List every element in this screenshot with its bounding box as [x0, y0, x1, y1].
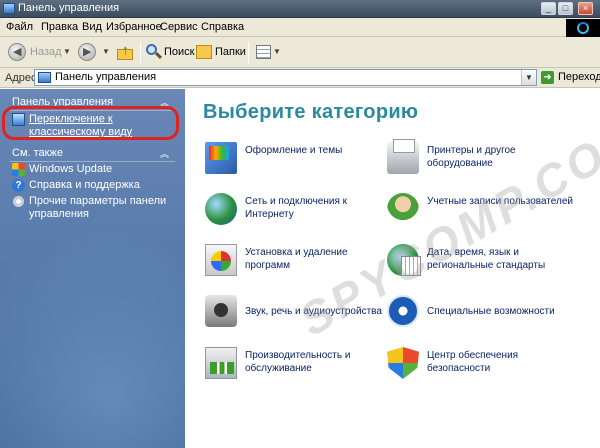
category-label[interactable]: Центр обеспечения безопасности [427, 349, 577, 375]
toolbar: ◀ Назад ▼ ▶ ▼ ↑ Поиск Папки ▼ [0, 37, 600, 68]
category-label[interactable]: Специальные возможности [427, 305, 577, 318]
help-support-label[interactable]: Справка и поддержка [29, 179, 177, 192]
go-button[interactable]: ➜ Переход [541, 71, 600, 85]
address-field[interactable]: Панель управления ▼ [34, 69, 537, 86]
search-button-label[interactable]: Поиск [164, 46, 194, 58]
menu-bar: Файл Правка Вид Избранное Сервис Справка [0, 18, 600, 37]
other-options-link[interactable]: Прочие параметры панели управления [12, 195, 177, 223]
toolbar-separator [140, 42, 141, 63]
menu-file[interactable]: Файл [6, 21, 33, 33]
category-accessibility[interactable]: Специальные возможности [387, 295, 567, 335]
printer-icon[interactable] [387, 139, 419, 174]
help-icon: ? [12, 179, 25, 192]
other-options-label[interactable]: Прочие параметры панели управления [29, 195, 177, 221]
add-remove-icon[interactable] [205, 244, 237, 276]
title-bar: Панель управления _ □ × [0, 0, 600, 18]
address-value[interactable]: Панель управления [55, 71, 156, 83]
menu-tools[interactable]: Сервис [160, 21, 198, 33]
window-title: Панель управления [18, 2, 120, 14]
windows-logo-icon [566, 19, 600, 37]
users-icon[interactable] [387, 193, 419, 225]
menu-help[interactable]: Справка [201, 21, 244, 33]
see-also-header[interactable]: См. также [12, 147, 63, 159]
windows-update-link[interactable]: Windows Update [12, 163, 177, 177]
toolbar-separator [248, 42, 249, 63]
category-label[interactable]: Оформление и темы [245, 144, 395, 157]
category-label[interactable]: Производительность и обслуживание [245, 349, 395, 375]
menu-view[interactable]: Вид [82, 21, 102, 33]
category-network[interactable]: Сеть и подключения к Интернету [205, 193, 385, 233]
views-dropdown-icon[interactable]: ▼ [273, 47, 281, 56]
back-dropdown-icon[interactable]: ▼ [63, 47, 71, 56]
control-panel-icon [38, 72, 51, 83]
address-bar: Адрес: Панель управления ▼ ➜ Переход [0, 68, 600, 88]
category-security-center[interactable]: Центр обеспечения безопасности [387, 347, 567, 387]
back-arrow-icon: ◀ [13, 46, 22, 58]
search-icon[interactable] [146, 44, 163, 60]
maximize-button[interactable]: □ [558, 2, 573, 15]
forward-button[interactable]: ▶ [78, 43, 96, 61]
performance-icon[interactable] [205, 347, 237, 379]
collapse-chevron-icon[interactable]: ︽ [160, 149, 172, 159]
appearance-icon[interactable] [205, 142, 237, 174]
gear-icon [12, 195, 25, 208]
windows-update-icon [12, 163, 25, 176]
forward-arrow-icon: ▶ [83, 46, 92, 58]
section-divider [10, 161, 175, 162]
category-performance[interactable]: Производительность и обслуживание [205, 347, 385, 387]
folder-up-icon[interactable]: ↑ [117, 42, 135, 60]
security-center-icon[interactable] [387, 347, 419, 379]
category-label[interactable]: Сеть и подключения к Интернету [245, 195, 395, 221]
close-button[interactable]: × [578, 2, 593, 15]
back-label[interactable]: Назад [30, 46, 62, 58]
network-icon[interactable] [205, 193, 237, 225]
views-icon[interactable] [256, 45, 271, 59]
menu-favorites[interactable]: Избранное [106, 21, 162, 33]
control-panel-icon [3, 3, 15, 14]
address-dropdown-icon[interactable]: ▼ [521, 70, 536, 85]
sound-icon[interactable] [205, 295, 237, 327]
help-support-link[interactable]: ? Справка и поддержка [12, 179, 177, 193]
folders-button-label[interactable]: Папки [215, 46, 246, 58]
go-arrow-icon: ➜ [541, 71, 554, 84]
highlight-circle [2, 106, 179, 140]
folders-icon[interactable] [196, 45, 212, 59]
menu-edit[interactable]: Правка [41, 21, 78, 33]
category-appearance[interactable]: Оформление и темы [205, 142, 385, 182]
task-pane: Панель управления ︽ Переключение к класс… [0, 89, 185, 448]
back-button[interactable]: ◀ [8, 43, 26, 61]
page-title: Выберите категорию [203, 101, 419, 123]
windows-update-label[interactable]: Windows Update [29, 163, 177, 176]
go-label[interactable]: Переход [558, 71, 600, 83]
minimize-button[interactable]: _ [541, 2, 556, 15]
forward-dropdown-icon[interactable]: ▼ [102, 47, 110, 56]
